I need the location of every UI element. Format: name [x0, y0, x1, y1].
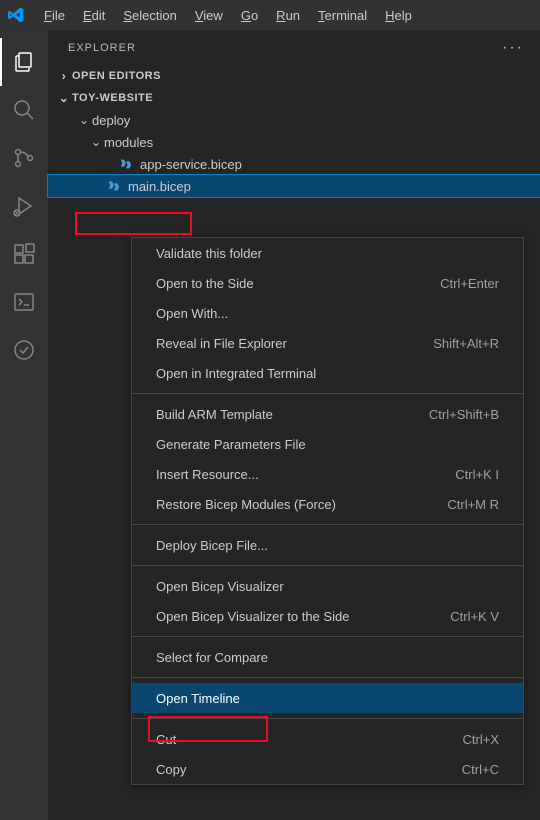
- menu-terminal[interactable]: Terminal: [310, 4, 375, 27]
- menu-edit[interactable]: Edit: [75, 4, 113, 27]
- activity-task[interactable]: [0, 326, 48, 374]
- sidebar-title: EXPLORER: [68, 42, 136, 54]
- menu-view[interactable]: View: [187, 4, 231, 27]
- menu-help[interactable]: Help: [377, 4, 420, 27]
- menu-run[interactable]: Run: [268, 4, 308, 27]
- tree-file-app-service[interactable]: app-service.bicep: [48, 153, 540, 175]
- menubar: File Edit Selection View Go Run Terminal…: [36, 4, 420, 27]
- chevron-down-icon: ⌄: [56, 91, 72, 105]
- ctx-select-compare[interactable]: Select for Compare: [132, 642, 523, 672]
- separator: [132, 393, 523, 394]
- bicep-file-icon: [104, 177, 122, 195]
- ctx-restore-bicep[interactable]: Restore Bicep Modules (Force) Ctrl+M R: [132, 489, 523, 519]
- chevron-right-icon: ›: [56, 69, 72, 83]
- folder-label: deploy: [92, 113, 130, 128]
- chevron-down-icon: ⌄: [76, 113, 92, 127]
- ctx-open-timeline[interactable]: Open Timeline: [132, 683, 523, 713]
- ctx-deploy-bicep[interactable]: Deploy Bicep File...: [132, 530, 523, 560]
- ctx-gen-params[interactable]: Generate Parameters File: [132, 429, 523, 459]
- workspace-label: TOY-WEBSITE: [72, 92, 153, 104]
- activity-explorer[interactable]: [0, 38, 48, 86]
- activity-debug[interactable]: [0, 182, 48, 230]
- sidebar-header: EXPLORER ···: [48, 30, 540, 65]
- vscode-icon: [8, 7, 24, 23]
- menu-file[interactable]: File: [36, 4, 73, 27]
- sidebar-more-icon[interactable]: ···: [502, 39, 524, 57]
- activity-source-control[interactable]: [0, 134, 48, 182]
- menu-selection[interactable]: Selection: [115, 4, 184, 27]
- tree-folder-modules[interactable]: ⌄ modules: [48, 131, 540, 153]
- activity-extensions[interactable]: [0, 230, 48, 278]
- open-editors-label: OPEN EDITORS: [72, 70, 161, 82]
- separator: [132, 565, 523, 566]
- chevron-down-icon: ⌄: [88, 135, 104, 149]
- tree-folder-deploy[interactable]: ⌄ deploy: [48, 109, 540, 131]
- menu-go[interactable]: Go: [233, 4, 266, 27]
- folder-label: modules: [104, 135, 153, 150]
- activity-terminal-icon[interactable]: [0, 278, 48, 326]
- ctx-integrated-terminal[interactable]: Open in Integrated Terminal: [132, 358, 523, 388]
- ctx-open-visualizer-side[interactable]: Open Bicep Visualizer to the Side Ctrl+K…: [132, 601, 523, 631]
- ctx-open-visualizer[interactable]: Open Bicep Visualizer: [132, 571, 523, 601]
- separator: [132, 636, 523, 637]
- context-menu: Validate this folder Open to the Side Ct…: [131, 237, 524, 785]
- ctx-reveal-explorer[interactable]: Reveal in File Explorer Shift+Alt+R: [132, 328, 523, 358]
- file-tree: ⌄ deploy ⌄ modules app-service.bicep: [48, 109, 540, 197]
- ctx-copy[interactable]: Copy Ctrl+C: [132, 754, 523, 784]
- file-label: main.bicep: [128, 179, 191, 194]
- explorer-section: › OPEN EDITORS ⌄ TOY-WEBSITE ⌄ deploy ⌄ …: [48, 65, 540, 197]
- ctx-open-side[interactable]: Open to the Side Ctrl+Enter: [132, 268, 523, 298]
- separator: [132, 718, 523, 719]
- tree-file-main[interactable]: main.bicep: [48, 175, 540, 197]
- open-editors-header[interactable]: › OPEN EDITORS: [48, 65, 540, 87]
- separator: [132, 524, 523, 525]
- bicep-file-icon: [116, 155, 134, 173]
- ctx-build-arm[interactable]: Build ARM Template Ctrl+Shift+B: [132, 399, 523, 429]
- activity-search[interactable]: [0, 86, 48, 134]
- ctx-insert-resource[interactable]: Insert Resource... Ctrl+K I: [132, 459, 523, 489]
- ctx-cut[interactable]: Cut Ctrl+X: [132, 724, 523, 754]
- activity-bar: [0, 30, 48, 820]
- ctx-validate-folder[interactable]: Validate this folder: [132, 238, 523, 268]
- workspace-header[interactable]: ⌄ TOY-WEBSITE: [48, 87, 540, 109]
- ctx-open-with[interactable]: Open With...: [132, 298, 523, 328]
- titlebar: File Edit Selection View Go Run Terminal…: [0, 0, 540, 30]
- file-label: app-service.bicep: [140, 157, 242, 172]
- separator: [132, 677, 523, 678]
